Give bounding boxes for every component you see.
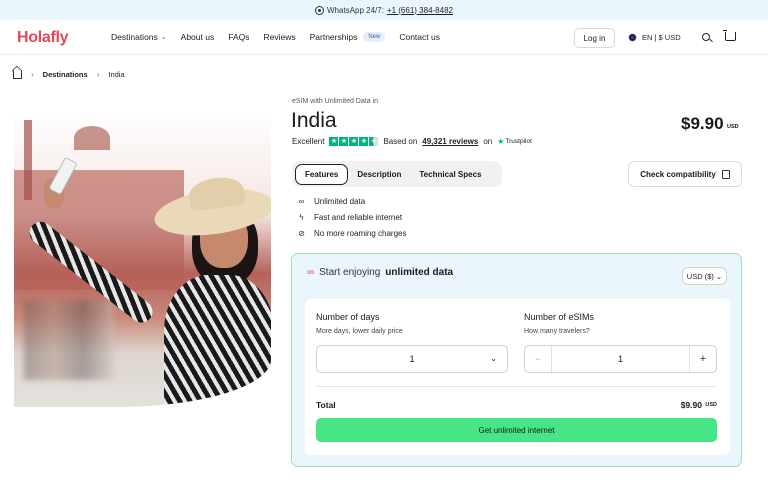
purchase-card: ∞ Start enjoying unlimited data USD ($) … [291,253,742,467]
increment-button[interactable]: + [689,346,716,372]
nav-destinations[interactable]: Destinations ⌄ [111,32,167,42]
nav-partnerships-label: Partnerships [309,32,358,42]
days-select[interactable]: 1 ⌄ [316,345,508,373]
feature-item: ⊘ No more roaming charges [297,229,406,238]
esims-quantity-value[interactable]: 1 [552,346,689,372]
infinity-icon: ∞ [307,267,315,278]
tab-features[interactable]: Features [295,163,349,185]
trustpilot-star-icon: ★ [497,137,505,146]
chevron-down-icon: ⌄ [160,34,167,41]
trustpilot-logo: ★ Trustpilot [497,137,532,146]
main-nav: Destinations ⌄ About us FAQs Reviews Par… [111,32,454,42]
login-button[interactable]: Log in [574,28,615,48]
rating-row: Excellent ★ ★ ★ ★ ★ Based on 49,321 revi… [292,137,532,146]
top-announcement-bar: WhatsApp 24/7: +1 (661) 384-8482 [0,0,768,20]
product-eyebrow: eSIM with Unlimited Data in [292,98,378,105]
external-link-icon [721,169,730,179]
feature-item: ϟ Fast and reliable internet [297,213,406,222]
check-compatibility-button[interactable]: Check compatibility [628,161,742,187]
whatsapp-icon [315,5,324,15]
feature-item: ∞ Unlimited data [297,197,406,206]
new-badge: New [363,32,386,42]
breadcrumb-separator-icon: › [31,70,34,79]
breadcrumb: › Destinations › India [13,70,125,79]
no-roaming-icon: ⊘ [298,229,305,238]
locale-selector[interactable]: EN | $ USD [628,33,681,42]
search-icon[interactable] [702,33,710,41]
whatsapp-phone-link[interactable]: +1 (661) 384-8482 [387,6,453,15]
rating-label: Excellent [292,137,325,146]
star-icon: ★ [339,137,349,146]
heading-strong: unlimited data [385,267,454,278]
nav-contact-label: Contact us [399,32,440,42]
infinity-icon: ∞ [298,197,305,206]
feature-label: No more roaming charges [314,229,407,238]
chevron-down-icon: ⌄ [490,354,497,363]
days-sublabel: More days, lower daily price [316,328,403,335]
divider [316,386,717,387]
star-icon: ★ [349,137,359,146]
holafly-logo[interactable]: Holafly [17,29,69,47]
product-price-currency: USD [727,124,739,130]
nav-reviews-label: Reviews [263,32,296,42]
check-compatibility-label: Check compatibility [640,169,716,179]
breadcrumb-separator-icon: › [96,70,100,79]
purchase-options: Number of days More days, lower daily pr… [305,299,730,455]
locale-label: EN | $ USD [642,33,681,42]
nav-faqs[interactable]: FAQs [228,32,249,42]
get-unlimited-internet-button[interactable]: Get unlimited internet [316,418,717,442]
feature-label: Unlimited data [314,197,366,206]
esims-sublabel: How many travelers? [524,328,590,335]
total-label: Total [316,400,336,410]
breadcrumb-current: India [108,70,125,79]
nav-destinations-label: Destinations [111,32,158,42]
page-title: India [291,109,337,132]
nav-faqs-label: FAQs [228,32,250,42]
on-label: on [483,137,493,146]
decrement-button[interactable]: − [525,346,552,372]
currency-select[interactable]: USD ($) ⌄ [682,267,727,285]
heading-prefix: Start enjoying [319,267,381,278]
total-value: $9.90 [680,400,702,410]
based-on-label: Based on [383,137,418,146]
hero-image [14,110,271,407]
reviews-link[interactable]: 49,321 reviews [422,137,478,146]
trustpilot-label: Trustpilot [505,138,532,145]
esims-quantity-stepper: − 1 + [524,345,717,373]
chevron-down-icon: ⌄ [715,271,723,281]
nav-about-label: About us [180,32,215,42]
nav-contact-us[interactable]: Contact us [399,32,440,42]
nav-reviews[interactable]: Reviews [263,32,295,42]
cart-icon[interactable] [723,30,736,41]
nav-about-us[interactable]: About us [181,32,215,42]
uk-flag-icon [628,33,637,42]
home-icon[interactable] [13,70,22,79]
esims-label: Number of eSIMs [524,312,595,322]
star-icon: ★ [329,137,339,146]
site-header: Holafly Destinations ⌄ About us FAQs Rev… [0,20,768,55]
bolt-icon: ϟ [299,213,304,222]
breadcrumb-destinations[interactable]: Destinations [43,70,88,79]
currency-select-value: USD ($) [686,271,714,281]
whatsapp-label: WhatsApp 24/7: [327,5,384,15]
purchase-card-heading: ∞ Start enjoying unlimited data [307,267,453,278]
total-currency: USD [705,402,717,408]
days-label: Number of days [316,312,380,322]
product-tabs: Features Description Technical Specs [292,161,502,187]
star-icon: ★ [359,137,369,146]
feature-list: ∞ Unlimited data ϟ Fast and reliable int… [297,197,406,238]
tab-description[interactable]: Description [348,165,410,184]
product-price: $9.90 [681,114,724,133]
rating-stars: ★ ★ ★ ★ ★ [329,137,379,146]
half-star-icon: ★ [369,137,379,146]
feature-label: Fast and reliable internet [314,213,403,222]
nav-partnerships[interactable]: Partnerships New [310,32,386,42]
days-select-value: 1 [409,354,415,364]
tab-technical-specs[interactable]: Technical Specs [410,165,490,184]
